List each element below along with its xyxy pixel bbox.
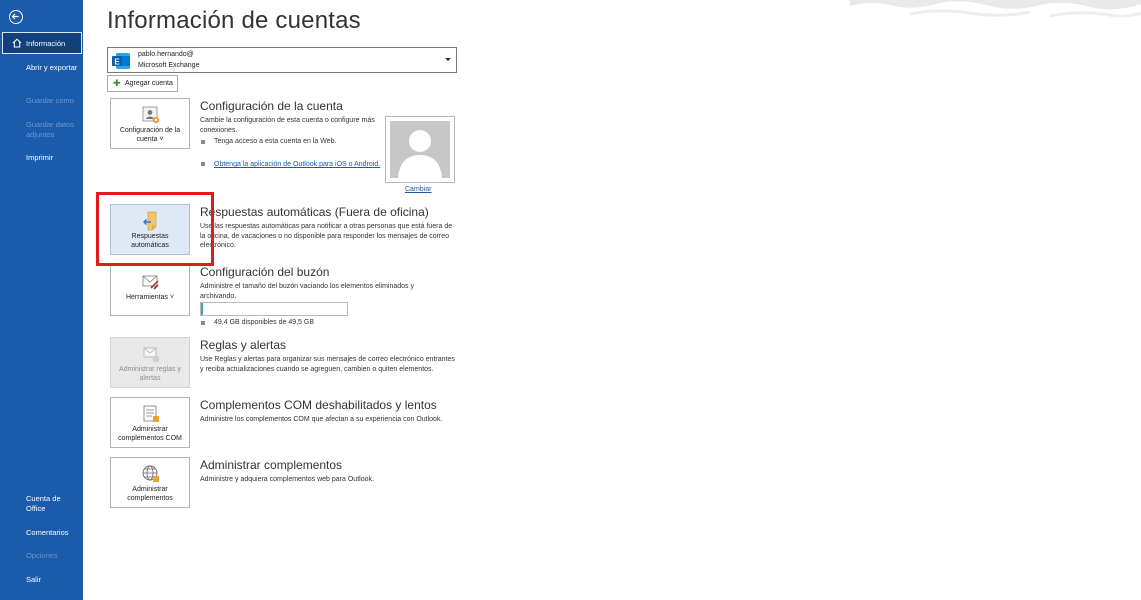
- backstage-sidebar: Información Abrir y exportar Guardar com…: [0, 0, 83, 600]
- svg-text:E: E: [114, 58, 120, 67]
- manage-com-addins-tile[interactable]: Administrar complementos COM: [110, 397, 190, 448]
- bullet-icon: [201, 140, 205, 144]
- highlight-box: [96, 192, 214, 266]
- account-settings-desc: Cambie la configuración de esta cuenta o…: [200, 117, 375, 134]
- account-settings-tile[interactable]: Configuración de la cuenta ˅: [110, 98, 190, 149]
- nav-item-guardar-como: Guardar como: [26, 96, 74, 105]
- nav-item-opciones: Opciones: [26, 551, 58, 560]
- web-access-text: Tenga acceso a esta cuenta en la Web.: [214, 138, 337, 145]
- account-settings-icon: [142, 106, 160, 124]
- manage-rules-tile-label: Administrar reglas y alertas: [119, 366, 181, 382]
- tools-tile[interactable]: Herramientas ˅: [110, 265, 190, 316]
- outlook-backstage: Información Abrir y exportar Guardar com…: [0, 0, 1141, 600]
- exchange-icon: E: [112, 53, 130, 69]
- manage-addins-desc: Administre y adquiera complementos web p…: [200, 476, 374, 483]
- account-settings-tile-label: Configuración de la cuenta ˅: [119, 127, 181, 143]
- account-email: pablo.hernando@: [138, 51, 194, 58]
- outlook-mobile-link[interactable]: Obtenga la aplicación de Outlook para iO…: [214, 161, 380, 168]
- chevron-down-icon: [445, 58, 451, 61]
- nav-item-label: Información: [26, 39, 66, 48]
- account-dropdown[interactable]: E pablo.hernando@ Microsoft Exchange: [107, 47, 457, 73]
- rules-alerts-title: Reglas y alertas: [200, 338, 287, 352]
- nav-item-abrir-exportar[interactable]: Abrir y exportar: [26, 63, 78, 73]
- com-addins-title: Complementos COM deshabilitados y lentos: [200, 398, 437, 412]
- nav-item-informacion[interactable]: Información: [2, 32, 82, 54]
- person-placeholder-icon: [398, 130, 442, 178]
- automatic-replies-title: Respuestas automáticas (Fuera de oficina…: [200, 205, 429, 219]
- nav-item-comentarios[interactable]: Comentarios: [26, 528, 78, 538]
- manage-addins-tile-label: Administrar complementos: [127, 486, 173, 502]
- account-settings-title: Configuración de la cuenta: [200, 99, 343, 113]
- page-title: Información de cuentas: [107, 7, 361, 34]
- globe-icon: [142, 465, 159, 482]
- account-type: Microsoft Exchange: [138, 62, 200, 69]
- bullet-icon: [201, 321, 205, 325]
- manage-addins-title: Administrar complementos: [200, 458, 343, 472]
- add-account-button[interactable]: ✚ Agregar cuenta: [107, 75, 178, 92]
- mailbox-storage-text: 49,4 GB disponibles de 49,5 GB: [214, 319, 315, 326]
- manage-com-addins-tile-label: Administrar complementos COM: [118, 426, 182, 442]
- nav-item-cuenta-office[interactable]: Cuenta de Office: [26, 494, 78, 514]
- com-addins-icon: [143, 405, 159, 422]
- tools-tile-label: Herramientas ˅: [125, 294, 175, 301]
- mailbox-usage-bar: [200, 302, 348, 316]
- nav-item-imprimir[interactable]: Imprimir: [26, 153, 78, 163]
- change-photo-link[interactable]: Cambiar: [405, 186, 431, 193]
- mailbox-tools-icon: [142, 275, 159, 290]
- manage-addins-tile[interactable]: Administrar complementos: [110, 457, 190, 508]
- nav-item-guardar-datos-adjuntos: Guardar datos adjuntos: [26, 120, 74, 139]
- mailbox-settings-title: Configuración del buzón: [200, 265, 330, 279]
- bullet-icon: [201, 162, 205, 166]
- home-icon: [12, 38, 22, 48]
- com-addins-desc: Administre los complementos COM que afec…: [200, 416, 443, 423]
- manage-rules-tile: Administrar reglas y alertas: [110, 337, 190, 388]
- mailbox-usage-fill: [201, 303, 203, 315]
- back-arrow-icon[interactable]: [9, 10, 23, 24]
- nav-item-salir[interactable]: Salir: [26, 575, 78, 585]
- automatic-replies-desc: Use las respuestas automáticas para noti…: [200, 223, 453, 249]
- rules-alerts-icon: [143, 347, 160, 363]
- profile-picture: [385, 116, 455, 183]
- header-decoration: [850, 0, 1141, 18]
- rules-alerts-desc: Use Reglas y alertas para organizar sus …: [200, 356, 455, 373]
- mailbox-settings-desc: Administre el tamaño del buzón vaciando …: [200, 283, 415, 300]
- add-account-label: Agregar cuenta: [125, 80, 173, 87]
- plus-icon: ✚: [113, 78, 121, 88]
